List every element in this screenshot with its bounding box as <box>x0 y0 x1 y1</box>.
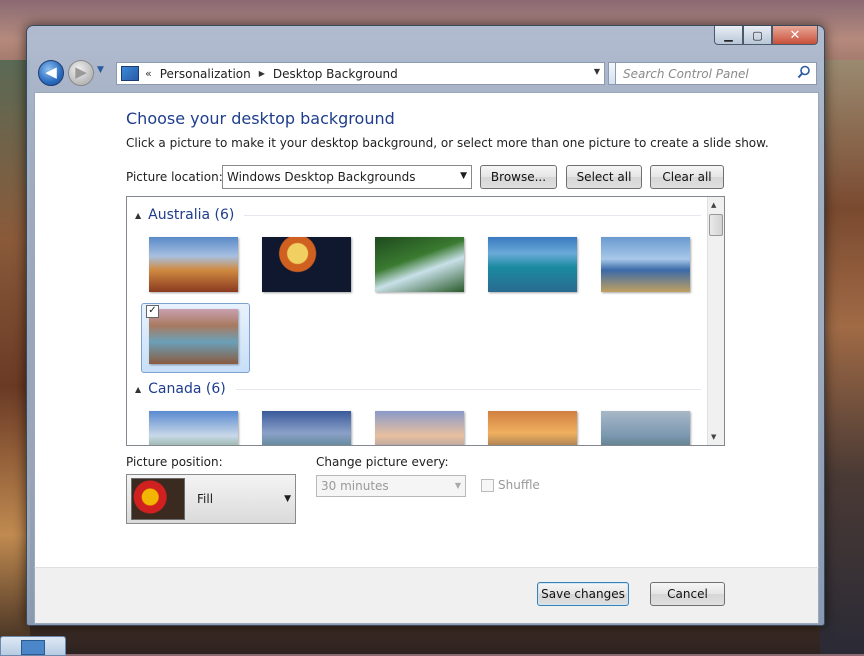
change-interval-select[interactable]: 30 minutes ▼ <box>316 475 466 497</box>
scroll-up-icon[interactable]: ▲ <box>711 201 716 209</box>
maximize-icon: ▢ <box>752 28 763 42</box>
taskbar-control-panel-button[interactable] <box>0 636 66 656</box>
breadcrumb-desktop-background[interactable]: Desktop Background <box>273 67 398 81</box>
browse-button[interactable]: Browse... <box>480 165 557 189</box>
picture-position-select[interactable]: Fill ▼ <box>126 474 296 524</box>
thumbnail-canada-4[interactable] <box>488 411 577 445</box>
maximize-button[interactable]: ▢ <box>743 26 772 45</box>
thumbnail-australia-4[interactable] <box>488 237 577 292</box>
page-title: Choose your desktop background <box>126 109 395 128</box>
search-icon[interactable] <box>797 65 811 79</box>
chevron-down-icon: ▼ <box>460 171 467 181</box>
picture-location-select[interactable]: Windows Desktop Backgrounds ▼ <box>222 165 472 189</box>
fill-preview-image <box>131 478 185 520</box>
thumbnail-australia-3[interactable] <box>375 237 464 292</box>
gallery-scrollbar[interactable]: ▲ ▼ <box>707 197 724 445</box>
breadcrumb-overflow-icon[interactable]: « <box>145 67 152 80</box>
picture-location-label: Picture location: <box>126 170 223 184</box>
chevron-down-icon: ▼ <box>284 494 291 504</box>
back-arrow-icon: ◀ <box>45 63 57 81</box>
content-pane: Choose your desktop background Click a p… <box>34 92 819 568</box>
control-panel-icon <box>21 640 45 655</box>
shuffle-label: Shuffle <box>498 478 540 492</box>
address-dropdown-icon[interactable]: ▼ <box>594 67 600 76</box>
thumbnail-australia-5[interactable] <box>601 237 690 292</box>
picture-location-value: Windows Desktop Backgrounds <box>227 170 416 184</box>
close-icon: ✕ <box>789 27 801 43</box>
chevron-down-icon: ▼ <box>454 481 461 490</box>
group-divider <box>235 388 701 390</box>
back-button[interactable]: ◀ <box>38 60 64 86</box>
desktop-background-right <box>820 60 864 654</box>
close-button[interactable]: ✕ <box>772 26 818 45</box>
page-description: Click a picture to make it your desktop … <box>126 136 769 150</box>
group-header-canada[interactable]: ▲ Canada (6) <box>135 381 701 397</box>
collapse-arrow-icon[interactable]: ▲ <box>135 211 141 220</box>
thumbnail-canada-1[interactable] <box>149 411 238 445</box>
navigation-bar: ◀ ▶ ▼ « Personalization ▶ Desktop Backgr… <box>35 59 817 89</box>
selected-checkbox[interactable]: ✓ <box>146 305 159 318</box>
thumbnail-canada-3[interactable] <box>375 411 464 445</box>
control-panel-icon <box>121 66 139 81</box>
collapse-arrow-icon[interactable]: ▲ <box>135 385 141 394</box>
address-bar[interactable]: « Personalization ▶ Desktop Background ▼ <box>116 62 605 85</box>
group-title: Canada (6) <box>148 381 226 397</box>
group-title: Australia (6) <box>148 207 235 223</box>
shuffle-checkbox[interactable]: Shuffle <box>481 478 540 492</box>
caption-buttons: ▁ ▢ ✕ <box>714 26 818 45</box>
minimize-button[interactable]: ▁ <box>714 26 743 45</box>
picture-position-label: Picture position: <box>126 455 223 469</box>
minimize-icon: ▁ <box>724 28 733 42</box>
thumbnail-australia-2[interactable] <box>262 237 351 292</box>
select-all-button[interactable]: Select all <box>566 165 642 189</box>
picture-position-value: Fill <box>197 492 214 506</box>
cancel-button[interactable]: Cancel <box>650 582 725 606</box>
change-interval-value: 30 minutes <box>321 479 389 493</box>
group-divider <box>244 214 701 216</box>
clear-all-button[interactable]: Clear all <box>650 165 724 189</box>
breadcrumb-separator-icon[interactable]: ▶ <box>259 69 265 78</box>
search-box[interactable] <box>615 62 817 85</box>
breadcrumb-personalization[interactable]: Personalization <box>160 67 251 81</box>
forward-button[interactable]: ▶ <box>68 60 94 86</box>
forward-arrow-icon: ▶ <box>75 63 87 81</box>
scroll-down-icon[interactable]: ▼ <box>711 433 716 441</box>
control-panel-window: ▁ ▢ ✕ ◀ ▶ ▼ « Personalization ▶ Desktop … <box>26 25 825 626</box>
change-picture-label: Change picture every: <box>316 455 449 469</box>
shuffle-checkbox-box[interactable] <box>481 478 494 492</box>
picture-gallery: ▲ Australia (6) ✓ ▲ Canada (6) ▲ ▼ <box>126 196 725 446</box>
recent-pages-button[interactable]: ▼ <box>97 65 104 75</box>
thumbnail-australia-1[interactable] <box>149 237 238 292</box>
search-input[interactable] <box>621 65 795 82</box>
save-changes-button[interactable]: Save changes <box>537 582 629 606</box>
footer-bar: Save changes Cancel <box>34 567 819 624</box>
thumbnail-australia-6[interactable] <box>149 309 238 364</box>
thumbnail-canada-2[interactable] <box>262 411 351 445</box>
group-header-australia[interactable]: ▲ Australia (6) <box>135 207 701 223</box>
scrollbar-thumb[interactable] <box>709 214 723 236</box>
thumbnail-canada-5[interactable] <box>601 411 690 445</box>
